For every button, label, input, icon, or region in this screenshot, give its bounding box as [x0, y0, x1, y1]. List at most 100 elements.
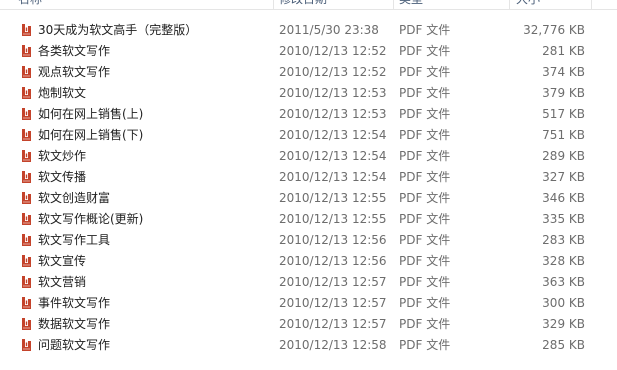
- file-name: 软文宣传: [38, 254, 87, 268]
- file-row[interactable]: 软文营销 2010/12/13 12:57 PDF 文件 363 KB: [0, 272, 617, 293]
- file-modified-date: 2010/12/13 12:56: [279, 233, 387, 247]
- file-type: PDF 文件: [399, 65, 451, 79]
- file-name: 如何在网上销售(上): [38, 107, 144, 121]
- file-type: PDF 文件: [399, 128, 451, 142]
- file-modified-date: 2010/12/13 12:54: [279, 128, 387, 142]
- file-size: 283 KB: [542, 233, 585, 247]
- file-type: PDF 文件: [399, 23, 451, 37]
- file-type: PDF 文件: [399, 191, 451, 205]
- file-name: 软文写作工具: [38, 233, 111, 247]
- file-type: PDF 文件: [399, 86, 451, 100]
- pdf-file-icon: [22, 339, 31, 351]
- file-type: PDF 文件: [399, 296, 451, 310]
- pdf-file-icon: [22, 192, 31, 204]
- column-header-name[interactable]: 名称: [18, 0, 42, 9]
- file-row[interactable]: 软文写作概论(更新) 2010/12/13 12:55 PDF 文件 335 KB: [0, 209, 617, 230]
- file-modified-date: 2010/12/13 12:57: [279, 275, 387, 289]
- file-explorer-window: 名称 修改日期 类型 大小 30天成为软文高手（完整版） 2011/5/30 23…: [0, 0, 617, 370]
- file-modified-date: 2010/12/13 12:54: [279, 149, 387, 163]
- file-row[interactable]: 软文宣传 2010/12/13 12:56 PDF 文件 328 KB: [0, 251, 617, 272]
- file-name: 软文写作概论(更新): [38, 212, 144, 226]
- file-size: 328 KB: [542, 254, 585, 268]
- file-type: PDF 文件: [399, 317, 451, 331]
- file-modified-date: 2010/12/13 12:56: [279, 254, 387, 268]
- file-modified-date: 2010/12/13 12:52: [279, 44, 387, 58]
- file-name: 软文创造财富: [38, 191, 111, 205]
- pdf-file-icon: [22, 45, 31, 57]
- file-modified-date: 2010/12/13 12:54: [279, 170, 387, 184]
- file-name: 软文传播: [38, 170, 87, 184]
- file-name: 如何在网上销售(下): [38, 128, 144, 142]
- file-type: PDF 文件: [399, 149, 451, 163]
- file-type: PDF 文件: [399, 254, 451, 268]
- pdf-file-icon: [22, 129, 31, 141]
- file-modified-date: 2011/5/30 23:38: [279, 23, 379, 37]
- pdf-file-icon: [22, 66, 31, 78]
- column-header-bar: 名称 修改日期 类型 大小: [0, 0, 617, 10]
- file-row[interactable]: 软文炒作 2010/12/13 12:54 PDF 文件 289 KB: [0, 146, 617, 167]
- column-divider[interactable]: [509, 0, 510, 9]
- file-row[interactable]: 30天成为软文高手（完整版） 2011/5/30 23:38 PDF 文件 32,77…: [0, 20, 617, 41]
- column-divider[interactable]: [591, 0, 592, 9]
- file-name: 问题软文写作: [38, 338, 111, 352]
- file-size: 289 KB: [542, 149, 585, 163]
- pdf-file-icon: [22, 234, 31, 246]
- pdf-file-icon: [22, 213, 31, 225]
- file-type: PDF 文件: [399, 212, 451, 226]
- file-row[interactable]: 观点软文写作 2010/12/13 12:52 PDF 文件 374 KB: [0, 62, 617, 83]
- file-size: 329 KB: [542, 317, 585, 331]
- file-row[interactable]: 数据软文写作 2010/12/13 12:57 PDF 文件 329 KB: [0, 314, 617, 335]
- column-divider[interactable]: [273, 0, 274, 9]
- file-type: PDF 文件: [399, 338, 451, 352]
- file-name: 各类软文写作: [38, 44, 111, 58]
- file-name: 观点软文写作: [38, 65, 111, 79]
- file-modified-date: 2010/12/13 12:52: [279, 65, 387, 79]
- file-size: 379 KB: [542, 86, 585, 100]
- column-header-size[interactable]: 大小: [516, 0, 540, 9]
- pdf-file-icon: [22, 87, 31, 99]
- file-name: 炮制软文: [38, 86, 87, 100]
- file-modified-date: 2010/12/13 12:58: [279, 338, 387, 352]
- file-size: 32,776 KB: [523, 23, 585, 37]
- file-size: 300 KB: [542, 296, 585, 310]
- file-modified-date: 2010/12/13 12:57: [279, 317, 387, 331]
- file-row[interactable]: 问题软文写作 2010/12/13 12:58 PDF 文件 285 KB: [0, 335, 617, 356]
- column-divider[interactable]: [393, 0, 394, 9]
- file-type: PDF 文件: [399, 275, 451, 289]
- file-type: PDF 文件: [399, 170, 451, 184]
- file-name: 30天成为软文高手（完整版）: [38, 23, 198, 37]
- file-modified-date: 2010/12/13 12:55: [279, 191, 387, 205]
- file-modified-date: 2010/12/13 12:53: [279, 86, 387, 100]
- file-type: PDF 文件: [399, 44, 451, 58]
- file-row[interactable]: 软文创造财富 2010/12/13 12:55 PDF 文件 346 KB: [0, 188, 617, 209]
- file-row[interactable]: 各类软文写作 2010/12/13 12:52 PDF 文件 281 KB: [0, 41, 617, 62]
- pdf-file-icon: [22, 276, 31, 288]
- column-header-date[interactable]: 修改日期: [279, 0, 327, 9]
- pdf-file-icon: [22, 108, 31, 120]
- pdf-file-icon: [22, 255, 31, 267]
- file-size: 374 KB: [542, 65, 585, 79]
- file-row[interactable]: 如何在网上销售(下) 2010/12/13 12:54 PDF 文件 751 KB: [0, 125, 617, 146]
- file-modified-date: 2010/12/13 12:53: [279, 107, 387, 121]
- file-type: PDF 文件: [399, 233, 451, 247]
- pdf-file-icon: [22, 318, 31, 330]
- file-name: 软文营销: [38, 275, 87, 289]
- column-header-type[interactable]: 类型: [399, 0, 423, 9]
- file-row[interactable]: 事件软文写作 2010/12/13 12:57 PDF 文件 300 KB: [0, 293, 617, 314]
- file-list: 30天成为软文高手（完整版） 2011/5/30 23:38 PDF 文件 32,77…: [0, 20, 617, 356]
- pdf-file-icon: [22, 297, 31, 309]
- pdf-file-icon: [22, 150, 31, 162]
- file-size: 327 KB: [542, 170, 585, 184]
- file-size: 517 KB: [542, 107, 585, 121]
- file-size: 285 KB: [542, 338, 585, 352]
- file-name: 事件软文写作: [38, 296, 111, 310]
- file-row[interactable]: 软文传播 2010/12/13 12:54 PDF 文件 327 KB: [0, 167, 617, 188]
- file-row[interactable]: 如何在网上销售(上) 2010/12/13 12:53 PDF 文件 517 KB: [0, 104, 617, 125]
- file-row[interactable]: 软文写作工具 2010/12/13 12:56 PDF 文件 283 KB: [0, 230, 617, 251]
- file-type: PDF 文件: [399, 107, 451, 121]
- file-modified-date: 2010/12/13 12:57: [279, 296, 387, 310]
- pdf-file-icon: [22, 171, 31, 183]
- file-modified-date: 2010/12/13 12:55: [279, 212, 387, 226]
- file-size: 751 KB: [542, 128, 585, 142]
- file-row[interactable]: 炮制软文 2010/12/13 12:53 PDF 文件 379 KB: [0, 83, 617, 104]
